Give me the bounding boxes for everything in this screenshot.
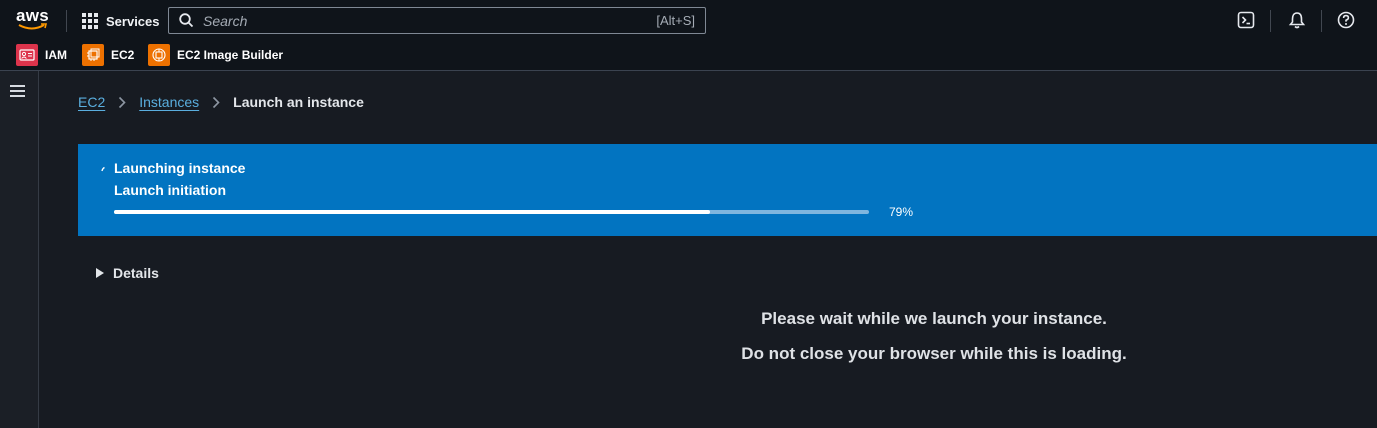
progress-bar <box>114 210 869 214</box>
search-shortcut: [Alt+S] <box>656 13 695 28</box>
services-menu-button[interactable]: Services <box>82 11 160 31</box>
breadcrumb-current: Launch an instance <box>233 94 364 110</box>
global-header: aws Services Search [Alt+S] <box>0 0 1377 42</box>
favorite-ec2-image-builder[interactable]: EC2 Image Builder <box>148 44 283 66</box>
help-icon[interactable] <box>1337 11 1355 29</box>
favorite-label: EC2 Image Builder <box>177 48 284 62</box>
header-divider <box>1321 10 1322 32</box>
search-icon <box>179 13 194 28</box>
flash-title: Launching instance <box>114 160 246 176</box>
hamburger-menu-icon[interactable] <box>10 85 25 97</box>
caret-right-icon <box>96 268 104 278</box>
progress-bar-fill <box>114 210 711 214</box>
favorite-label: IAM <box>45 48 67 62</box>
chevron-right-icon <box>118 96 126 109</box>
browser-warning-message: Do not close your browser while this is … <box>741 344 1127 363</box>
search-placeholder: Search <box>203 13 248 29</box>
progress-percent: 79% <box>889 205 914 219</box>
favorites-bar: IAM EC2 EC2 Image Builder <box>0 42 1377 68</box>
header-divider <box>1270 10 1271 32</box>
iam-icon <box>16 44 38 66</box>
favorite-iam[interactable]: IAM <box>16 44 67 66</box>
details-label: Details <box>113 265 159 281</box>
header-divider <box>66 10 67 32</box>
chevron-right-icon <box>212 96 220 109</box>
ec2-icon <box>82 44 104 66</box>
search-input[interactable]: Search [Alt+S] <box>168 7 706 34</box>
notifications-icon[interactable] <box>1288 11 1306 29</box>
cloudshell-icon[interactable] <box>1237 11 1255 29</box>
favorite-ec2[interactable]: EC2 <box>82 44 134 66</box>
services-label: Services <box>106 13 160 29</box>
breadcrumb-link-ec2[interactable]: EC2 <box>78 94 105 110</box>
wait-message: Please wait while we launch your instanc… <box>761 309 1107 328</box>
top-navigation: aws Services Search [Alt+S] IAM EC2 EC2 … <box>0 0 1377 71</box>
aws-logo[interactable]: aws <box>14 6 54 36</box>
breadcrumb: EC2 Instances Launch an instance <box>78 93 364 111</box>
breadcrumb-link-instances[interactable]: Instances <box>139 94 199 110</box>
aws-smile-icon <box>18 23 48 30</box>
image-builder-icon <box>148 44 170 66</box>
favorite-label: EC2 <box>111 48 135 62</box>
details-expander[interactable]: Details <box>96 264 159 282</box>
side-navigation <box>0 71 39 428</box>
flash-subtitle: Launch initiation <box>114 182 226 198</box>
loading-spinner-icon <box>101 166 105 172</box>
launch-progress-flashbar: Launching instance Launch initiation 79% <box>78 144 1377 236</box>
services-grid-icon <box>82 12 99 30</box>
